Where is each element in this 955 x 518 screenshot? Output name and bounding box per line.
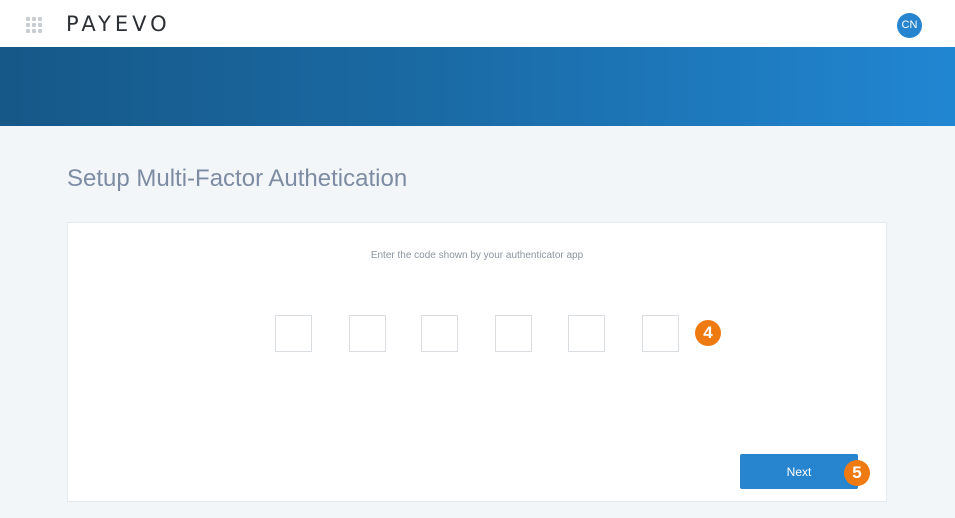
instruction-text: Enter the code shown by your authenticat… [370,250,584,261]
next-button[interactable]: Next [740,454,858,489]
avatar[interactable]: CN [897,13,922,38]
step-badge-4: 4 [695,320,721,346]
code-digit-5[interactable] [568,315,605,352]
code-digit-2[interactable] [349,315,386,352]
logo: PAYEVO [66,12,171,36]
page-title: Setup Multi-Factor Authetication [67,165,408,192]
code-digit-4[interactable] [495,315,532,352]
top-bar: PAYEVO CN [0,0,955,47]
header-banner [0,47,955,126]
step-badge-5: 5 [844,460,870,486]
code-digit-3[interactable] [421,315,458,352]
mfa-card: Enter the code shown by your authenticat… [67,222,887,502]
code-digit-6[interactable] [642,315,679,352]
code-digit-1[interactable] [275,315,312,352]
grid-icon[interactable] [26,17,42,33]
